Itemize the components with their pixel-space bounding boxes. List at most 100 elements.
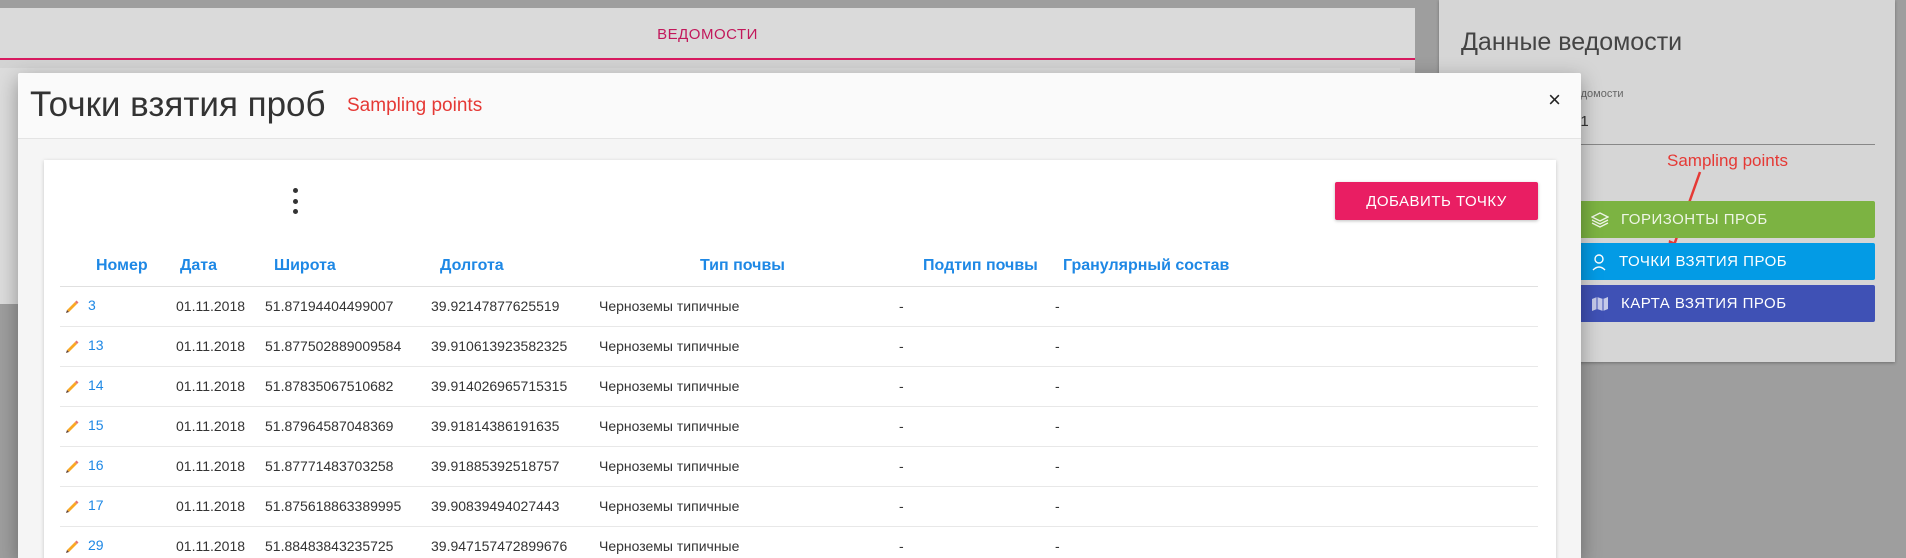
soil-type-cell: Черноземы типичные xyxy=(584,406,899,447)
background-header-title: ВЕДОМОСТИ xyxy=(657,26,758,43)
date-cell: 01.11.2018 xyxy=(162,526,251,558)
column-header-longitude[interactable]: Долгота xyxy=(417,246,584,287)
point-number-link[interactable]: 3 xyxy=(88,297,96,313)
row-number-cell: 14 xyxy=(60,366,162,407)
pencil-icon[interactable] xyxy=(64,419,80,435)
date-cell: 01.11.2018 xyxy=(162,446,251,487)
map-pin-icon xyxy=(1592,253,1606,271)
table-row: 16 01.11.2018 51.87771483703258 39.91885392… xyxy=(60,446,1538,487)
column-header-soil-subtype[interactable]: Подтип почвы xyxy=(899,246,1055,287)
point-number-link[interactable]: 17 xyxy=(88,497,104,513)
row-number-cell: 13 xyxy=(60,326,162,367)
longitude-cell: 39.914026965715315 xyxy=(417,366,584,407)
longitude-cell: 39.91885392518757 xyxy=(417,446,584,487)
date-cell: 01.11.2018 xyxy=(162,486,251,527)
latitude-cell: 51.87835067510682 xyxy=(251,366,417,407)
soil-type-cell: Черноземы типичные xyxy=(584,526,899,558)
latitude-cell: 51.87194404499007 xyxy=(251,286,417,327)
longitude-cell: 39.910613923582325 xyxy=(417,326,584,367)
soil-type-cell: Черноземы типичные xyxy=(584,366,899,407)
table-row: 14 01.11.2018 51.87835067510682 39.91402696… xyxy=(60,366,1538,407)
column-header-date[interactable]: Дата xyxy=(162,246,251,287)
sampling-points-table: Номер Дата Широта Долгота Тип почвы Подт… xyxy=(60,246,1538,558)
pencil-icon[interactable] xyxy=(64,539,80,555)
pencil-icon[interactable] xyxy=(64,499,80,515)
soil-subtype-cell: - xyxy=(899,406,1055,447)
background-header: ВЕДОМОСТИ xyxy=(0,8,1415,60)
longitude-cell: 39.91814386191635 xyxy=(417,406,584,447)
close-icon[interactable]: × xyxy=(1548,89,1561,111)
sampling-map-label: КАРТА ВЗЯТИЯ ПРОБ xyxy=(1621,295,1787,312)
layers-icon xyxy=(1591,211,1609,228)
latitude-cell: 51.87964587048369 xyxy=(251,406,417,447)
soil-subtype-cell: - xyxy=(899,526,1055,558)
sampling-map-button[interactable]: КАРТА ВЗЯТИЯ ПРОБ xyxy=(1569,285,1875,322)
pencil-icon[interactable] xyxy=(64,299,80,315)
row-number-cell: 16 xyxy=(60,446,162,487)
row-number-cell: 17 xyxy=(60,486,162,527)
row-number-cell: 3 xyxy=(60,286,162,327)
latitude-cell: 51.877502889009584 xyxy=(251,326,417,367)
date-cell: 01.11.2018 xyxy=(162,286,251,327)
soil-subtype-cell: - xyxy=(899,486,1055,527)
point-number-link[interactable]: 16 xyxy=(88,457,104,473)
pencil-icon[interactable] xyxy=(64,339,80,355)
field-underline xyxy=(1569,144,1875,145)
column-header-number[interactable]: Номер xyxy=(60,246,162,287)
row-number-cell: 29 xyxy=(60,526,162,558)
soil-type-cell: Черноземы типичные xyxy=(584,326,899,367)
table-header-row: Номер Дата Широта Долгота Тип почвы Подт… xyxy=(60,246,1538,287)
pencil-icon[interactable] xyxy=(64,379,80,395)
table-row: 15 01.11.2018 51.87964587048369 39.91814386… xyxy=(60,406,1538,447)
latitude-cell: 51.87771483703258 xyxy=(251,446,417,487)
granular-composition-cell: - xyxy=(1055,326,1538,367)
annotation-label: Sampling points xyxy=(1667,151,1788,170)
granular-composition-cell: - xyxy=(1055,286,1538,327)
point-number-link[interactable]: 14 xyxy=(88,377,104,393)
column-header-soil-type[interactable]: Тип почвы xyxy=(584,246,899,287)
table-row: 3 01.11.2018 51.87194404499007 39.921478776… xyxy=(60,286,1538,327)
sampling-points-button[interactable]: ТОЧКИ ВЗЯТИЯ ПРОБ xyxy=(1569,243,1875,280)
sample-horizons-label: ГОРИЗОНТЫ ПРОБ xyxy=(1621,211,1768,228)
date-cell: 01.11.2018 xyxy=(162,406,251,447)
longitude-cell: 39.90839494027443 xyxy=(417,486,584,527)
latitude-cell: 51.875618863389995 xyxy=(251,486,417,527)
granular-composition-cell: - xyxy=(1055,446,1538,487)
date-cell: 01.11.2018 xyxy=(162,366,251,407)
column-header-latitude[interactable]: Широта xyxy=(251,246,417,287)
granular-composition-cell: - xyxy=(1055,366,1538,407)
pencil-icon[interactable] xyxy=(64,459,80,475)
dialog-annotation: Sampling points xyxy=(347,95,483,116)
point-number-link[interactable]: 29 xyxy=(88,537,104,553)
column-header-granular-composition[interactable]: Гранулярный состав xyxy=(1055,246,1538,287)
table-row: 13 01.11.2018 51.877502889009584 39.9106139… xyxy=(60,326,1538,367)
point-number-link[interactable]: 15 xyxy=(88,417,104,433)
soil-type-cell: Черноземы типичные xyxy=(584,486,899,527)
table-row: 29 01.11.2018 51.88483843235725 39.94715747… xyxy=(60,526,1538,558)
soil-subtype-cell: - xyxy=(899,326,1055,367)
longitude-cell: 39.92147877625519 xyxy=(417,286,584,327)
sample-horizons-button[interactable]: ГОРИЗОНТЫ ПРОБ xyxy=(1569,201,1875,238)
point-number-link[interactable]: 13 xyxy=(88,337,104,353)
soil-type-cell: Черноземы типичные xyxy=(584,446,899,487)
soil-subtype-cell: - xyxy=(899,366,1055,407)
sampling-points-card: ДОБАВИТЬ ТОЧКУ Номер Дата Широта Долгота… xyxy=(44,160,1556,558)
table-row: 17 01.11.2018 51.875618863389995 39.9083949… xyxy=(60,486,1538,527)
granular-composition-cell: - xyxy=(1055,486,1538,527)
more-options-icon[interactable] xyxy=(291,188,299,214)
sampling-points-label: ТОЧКИ ВЗЯТИЯ ПРОБ xyxy=(1619,253,1788,270)
latitude-cell: 51.88483843235725 xyxy=(251,526,417,558)
granular-composition-cell: - xyxy=(1055,526,1538,558)
add-point-button[interactable]: ДОБАВИТЬ ТОЧКУ xyxy=(1335,182,1538,220)
row-number-cell: 15 xyxy=(60,406,162,447)
granular-composition-cell: - xyxy=(1055,406,1538,447)
soil-type-cell: Черноземы типичные xyxy=(584,286,899,327)
soil-subtype-cell: - xyxy=(899,446,1055,487)
sampling-points-dialog: Точки взятия проб Sampling points × ДОБА… xyxy=(18,73,1581,558)
panel-title: Данные ведомости xyxy=(1461,28,1683,56)
date-cell: 01.11.2018 xyxy=(162,326,251,367)
dialog-title: Точки взятия проб xyxy=(30,85,326,124)
soil-subtype-cell: - xyxy=(899,286,1055,327)
map-icon xyxy=(1592,296,1608,311)
longitude-cell: 39.947157472899676 xyxy=(417,526,584,558)
